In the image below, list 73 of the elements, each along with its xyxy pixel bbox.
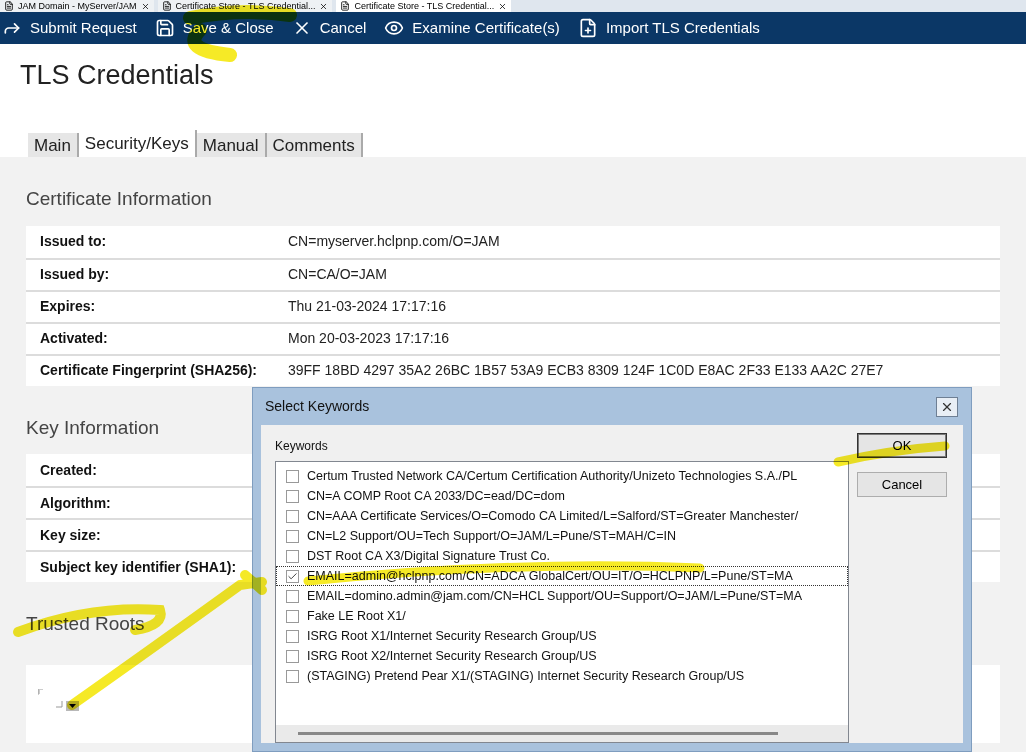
keyword-item[interactable]: EMAIL=domino.admin@jam.com/CN=HCL Support/OU=Support/O=JAM/L=Pune/ST=MA [276,586,848,606]
field-value: Mon 20-03-2023 17:17:16 [288,329,450,348]
keyword-item[interactable]: Fake LE Root X1/ [276,606,848,626]
field-label: Issued by: [39,265,111,284]
section-heading: Certificate Information [26,187,212,211]
field-label: Subject key identifier (SHA1): [39,557,238,577]
checkbox[interactable] [286,469,299,483]
field-label: Issued to: [39,232,108,251]
keyword-label: DST Root CA X3/Digital Signature Trust Co. [307,547,550,565]
keyword-item[interactable]: ISRG Root X1/Internet Security Research Group/US [276,626,848,646]
checkbox[interactable] [286,529,299,543]
field-label: Activated: [39,329,109,348]
close-icon[interactable] [498,1,508,11]
keyword-item[interactable]: ISRG Root X2/Internet Security Research Group/US [276,646,848,666]
keyword-label: Certum Trusted Network CA/Certum Certification Authority/Unizeto Technologies S.A./PL [307,467,798,485]
field-value: CN=myserver.hclpnp.com/O=JAM [288,232,500,251]
checkbox[interactable] [286,609,299,623]
window-tab[interactable]: Certificate Store - TLS Credential... [336,0,512,12]
dialog-button[interactable]: Cancel [857,472,947,497]
document-icon [161,1,172,11]
horizontal-scrollbar[interactable] [276,725,848,742]
keyword-item[interactable]: CN=A COMP Root CA 2033/DC=ead/DC=dom [276,486,848,506]
keyword-label: ISRG Root X2/Internet Security Research Group/US [307,647,597,665]
document-icon [340,1,351,11]
list-label: Keywords [275,438,329,455]
toolbar-button[interactable]: Examine Certificate(s) [384,16,560,40]
page-title: TLS Credentials [20,59,215,92]
checkbox[interactable] [286,669,299,683]
checkbox[interactable] [286,509,299,523]
keyword-label: CN=A COMP Root CA 2033/DC=ead/DC=dom [307,487,565,505]
document-icon [4,1,14,11]
toolbar-button[interactable]: Import TLS Credentials [577,16,760,40]
close-icon[interactable] [319,1,329,11]
checkbox[interactable] [286,649,299,663]
keyword-item[interactable]: CN=AAA Certificate Services/O=Comodo CA Limited/L=Salford/ST=Greater Manchester/ [276,506,848,526]
field-label: Created: [39,460,98,480]
field-label: Algorithm: [39,493,112,513]
eye-icon [384,18,405,38]
tab[interactable]: Comments [266,133,363,157]
checkbox[interactable] [286,549,299,563]
field-label: Expires: [39,297,97,316]
field-label: Key size: [39,525,102,545]
keyword-item[interactable]: Certum Trusted Network CA/Certum Certification Authority/Unizeto Technologies S.A./PL [276,466,848,486]
checkbox[interactable] [286,569,299,583]
window-tab[interactable]: JAM Domain - MyServer/JAM [0,0,154,12]
keyword-label: (STAGING) Pretend Pear X1/(STAGING) Internet Security Research Group/US [307,667,745,685]
section-heading: Key Information [26,415,160,440]
close-button[interactable] [936,396,958,417]
dialog-title: Select Keywords [265,397,370,416]
keyword-label: EMAIL=domino.admin@jam.com/CN=HCL Support/OU=Support/O=JAM/L=Pune/ST=MA [307,587,803,605]
field-label: Certificate Fingerprint (SHA256): [39,361,259,380]
close-icon[interactable] [140,1,150,11]
keyword-label: CN=L2 Support/OU=Tech Support/O=JAM/L=Pune/ST=MAH/C=IN [307,527,676,545]
keyword-label: Fake LE Root X1/ [307,607,406,625]
toolbar-button[interactable]: Cancel [291,16,367,40]
checkbox[interactable] [286,589,299,603]
field-value: 39FF 18BD 4297 35A2 26BC 1B57 53A9 ECB3 8309 124F 1C0D E8AC 2F33 E133 AA2C 27E7 [288,361,884,380]
checkbox[interactable] [286,629,299,643]
field-value: CN=CA/O=JAM [288,265,387,284]
save-icon [154,18,175,38]
keyword-item[interactable]: DST Root CA X3/Digital Signature Trust Co. [276,546,848,566]
keyword-label: CN=AAA Certificate Services/O=Comodo CA Limited/L=Salford/ST=Greater Manchester/ [307,507,799,525]
keyword-item[interactable]: (STAGING) Pretend Pear X1/(STAGING) Internet Security Research Group/US [276,666,848,686]
toolbar-button[interactable]: Submit Request [2,16,137,40]
keyword-label: ISRG Root X1/Internet Security Research Group/US [307,627,597,645]
toolbar-button[interactable]: Save & Close [154,16,274,40]
dropdown-icon[interactable] [38,688,80,713]
tab[interactable]: Main [28,133,79,157]
checkbox[interactable] [286,489,299,503]
tab[interactable]: Manual [196,133,267,157]
keyword-item[interactable]: CN=L2 Support/OU=Tech Support/O=JAM/L=Pune/ST=MAH/C=IN [276,526,848,546]
check-icon [287,570,298,582]
field-value: Thu 21-03-2024 17:17:16 [288,297,446,316]
